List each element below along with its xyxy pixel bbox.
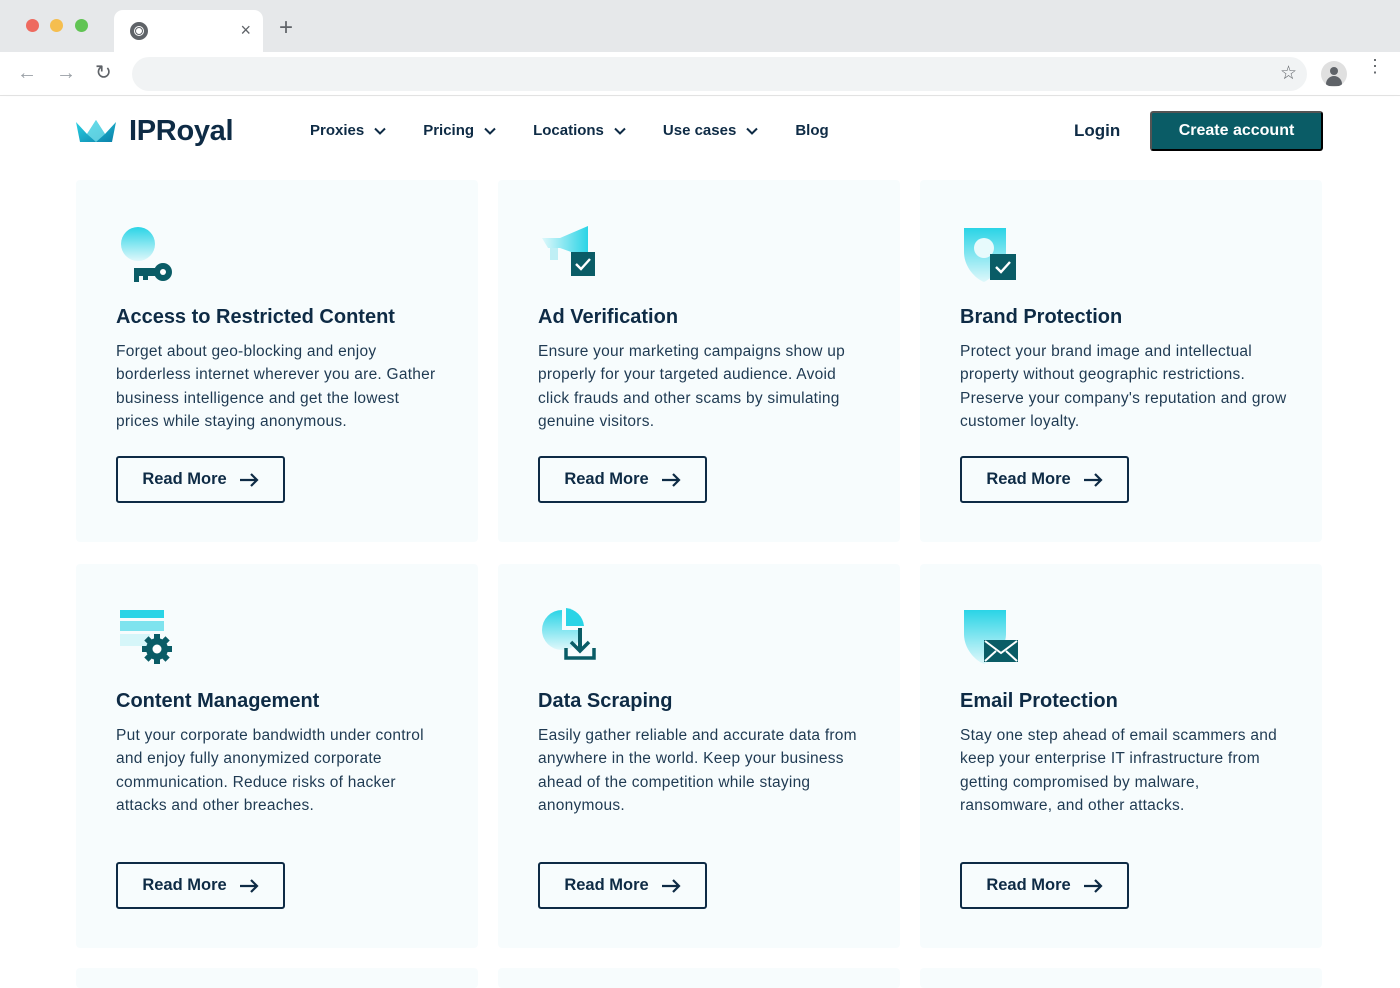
read-more-label: Read More	[564, 470, 649, 488]
logo-text: IPRoyal	[129, 114, 234, 147]
read-more-label: Read More	[564, 876, 649, 894]
site-header: IPRoyal Proxies Pricing Locations Use ca…	[0, 97, 1400, 166]
card-description: Easily gather reliable and accurate data…	[538, 727, 857, 814]
nav-label: Locations	[533, 122, 604, 139]
nav-item-pricing[interactable]: Pricing	[423, 122, 496, 139]
forward-icon[interactable]: →	[56, 62, 76, 84]
logo[interactable]: IPRoyal	[76, 111, 234, 151]
chevron-down-icon	[484, 127, 496, 135]
email-shield-icon	[960, 608, 1020, 668]
address-bar[interactable]: ☆	[132, 57, 1307, 91]
card-content-management: Content Management Put your corporate ba…	[76, 564, 478, 948]
nav-item-blog[interactable]: Blog	[795, 122, 828, 139]
card-description: Stay one step ahead of email scammers an…	[960, 727, 1277, 814]
nav-label: Pricing	[423, 122, 475, 139]
card-title: Brand Protection	[960, 306, 1123, 328]
use-cases-grid: Access to Restricted Content Forget abou…	[0, 166, 1400, 988]
chevron-down-icon	[746, 127, 759, 135]
bookmark-star-icon[interactable]: ☆	[1280, 63, 1297, 85]
window-maximize-icon[interactable]	[75, 19, 88, 32]
key-icon	[116, 224, 176, 284]
nav-item-use-cases[interactable]: Use cases	[662, 122, 759, 139]
card-title: Data Scraping	[538, 690, 673, 712]
megaphone-check-icon	[538, 224, 598, 284]
reload-icon[interactable]: ↻	[95, 62, 112, 84]
crown-logo-icon	[76, 120, 116, 142]
card-title: Ad Verification	[538, 306, 679, 328]
read-more-button[interactable]: Read More	[116, 862, 285, 909]
read-more-button[interactable]: Read More	[538, 862, 707, 909]
arrow-right-icon	[661, 472, 681, 487]
read-more-button[interactable]: Read More	[960, 456, 1129, 503]
arrow-right-icon	[1083, 472, 1103, 487]
nav-item-locations[interactable]: Locations	[533, 122, 626, 139]
shield-check-icon	[960, 224, 1020, 284]
back-icon[interactable]: ←	[17, 62, 37, 84]
arrow-right-icon	[239, 472, 259, 487]
card-title: Email Protection	[960, 690, 1118, 712]
nav-label: Blog	[795, 122, 829, 139]
read-more-button[interactable]: Read More	[116, 456, 285, 503]
chevron-down-icon	[374, 127, 386, 135]
browser-tab-bar: × +	[0, 0, 1400, 52]
card-data-scraping: Data Scraping Easily gather reliable and…	[498, 564, 900, 948]
card-title: Content Management	[116, 690, 320, 712]
browser-menu-icon[interactable]: ⋮	[1366, 57, 1384, 75]
card-description: Forget about geo-blocking and enjoy bord…	[116, 343, 436, 430]
window-close-icon[interactable]	[26, 19, 39, 32]
nav-item-proxies[interactable]: Proxies	[310, 122, 386, 139]
read-more-label: Read More	[142, 876, 227, 894]
login-link[interactable]: Login	[1074, 121, 1120, 141]
card-access-restricted-content: Access to Restricted Content Forget abou…	[76, 180, 478, 542]
browser-tab[interactable]: ×	[114, 10, 263, 52]
tab-close-icon[interactable]: ×	[240, 20, 251, 40]
new-tab-icon[interactable]: +	[279, 16, 293, 40]
window-minimize-icon[interactable]	[50, 19, 63, 32]
profile-avatar-icon[interactable]	[1321, 61, 1347, 87]
data-download-icon	[538, 608, 598, 668]
create-account-button[interactable]: Create account	[1150, 111, 1323, 151]
card-description: Ensure your marketing campaigns show up …	[538, 343, 845, 430]
card-ad-verification: Ad Verification Ensure your marketing ca…	[498, 180, 900, 542]
card-description: Put your corporate bandwidth under contr…	[116, 727, 424, 814]
card-description: Protect your brand image and intellectua…	[960, 343, 1287, 430]
card-partial	[920, 968, 1322, 988]
card-brand-protection: Brand Protection Protect your brand imag…	[920, 180, 1322, 542]
read-more-button[interactable]: Read More	[538, 456, 707, 503]
card-partial	[76, 968, 478, 988]
browser-toolbar: ← → ↻ ☆ ⋮	[0, 52, 1400, 96]
arrow-right-icon	[239, 878, 259, 893]
read-more-label: Read More	[986, 470, 1071, 488]
chrome-favicon-icon	[130, 22, 148, 40]
main-nav: Proxies Pricing Locations Use cases Blog	[310, 122, 866, 139]
nav-label: Use cases	[662, 122, 737, 139]
card-partial	[498, 968, 900, 988]
card-email-protection: Email Protection Stay one step ahead of …	[920, 564, 1322, 948]
arrow-right-icon	[661, 878, 681, 893]
read-more-label: Read More	[142, 470, 227, 488]
settings-gear-icon	[116, 608, 176, 668]
arrow-right-icon	[1083, 878, 1103, 893]
read-more-button[interactable]: Read More	[960, 862, 1129, 909]
read-more-label: Read More	[986, 876, 1071, 894]
chevron-down-icon	[614, 127, 626, 135]
card-title: Access to Restricted Content	[116, 306, 395, 328]
nav-label: Proxies	[310, 122, 365, 139]
